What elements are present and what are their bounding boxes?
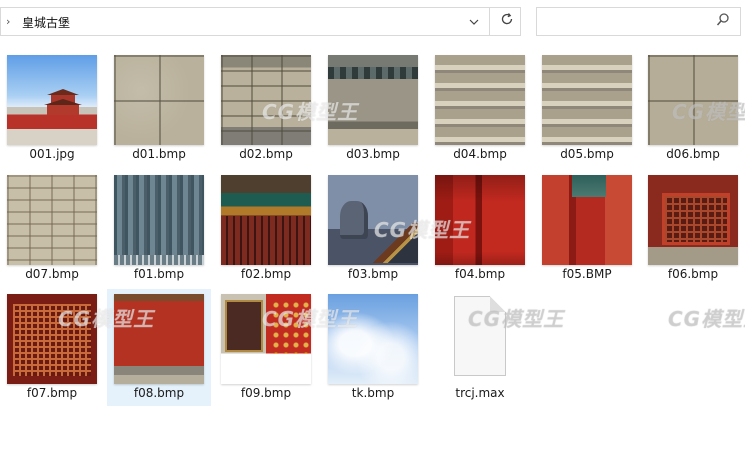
file-name: d03.bmp bbox=[346, 147, 400, 161]
file-item[interactable]: 001.jpg bbox=[0, 50, 104, 167]
thumbnail-image bbox=[435, 175, 525, 265]
file-name: f04.bmp bbox=[454, 267, 506, 281]
thumbnail-image bbox=[542, 55, 632, 145]
file-item[interactable]: d07.bmp bbox=[0, 170, 104, 287]
file-item[interactable]: f03.bmp bbox=[321, 170, 425, 287]
thumbnail-image bbox=[221, 294, 311, 384]
thumbnail-image bbox=[7, 55, 97, 145]
thumbnail-image bbox=[328, 175, 418, 265]
file-item[interactable]: f07.bmp bbox=[0, 289, 104, 406]
file-item[interactable]: d02.bmp bbox=[214, 50, 318, 167]
file-name: 001.jpg bbox=[29, 147, 75, 161]
thumbnail-image bbox=[648, 55, 738, 145]
file-item[interactable]: f05.BMP bbox=[535, 170, 639, 287]
file-name: d04.bmp bbox=[453, 147, 507, 161]
file-name: f07.bmp bbox=[26, 386, 78, 400]
file-item[interactable]: d06.bmp bbox=[641, 50, 745, 167]
file-item[interactable]: d01.bmp bbox=[107, 50, 211, 167]
file-item[interactable]: tk.bmp bbox=[321, 289, 425, 406]
document-icon bbox=[435, 294, 525, 384]
file-item[interactable]: f02.bmp bbox=[214, 170, 318, 287]
toolbar: › 皇城古堡 bbox=[0, 0, 745, 46]
file-name: f09.bmp bbox=[240, 386, 292, 400]
file-name: f06.bmp bbox=[667, 267, 719, 281]
thumbnail-image bbox=[7, 175, 97, 265]
thumbnail-image bbox=[648, 175, 738, 265]
thumbnail-image bbox=[328, 55, 418, 145]
file-item[interactable]: d03.bmp bbox=[321, 50, 425, 167]
search-input[interactable] bbox=[543, 9, 717, 36]
file-item[interactable]: d05.bmp bbox=[535, 50, 639, 167]
expand-chevron-icon[interactable]: › bbox=[6, 15, 10, 28]
file-name: f02.bmp bbox=[240, 267, 292, 281]
thumbnail-image bbox=[221, 55, 311, 145]
file-name: f03.bmp bbox=[347, 267, 399, 281]
file-name: d07.bmp bbox=[25, 267, 79, 281]
file-item[interactable]: trcj.max bbox=[428, 289, 532, 406]
file-name: f08.bmp bbox=[133, 386, 185, 400]
file-name: tk.bmp bbox=[351, 386, 395, 400]
search-icon[interactable] bbox=[716, 12, 732, 30]
file-item[interactable]: f04.bmp bbox=[428, 170, 532, 287]
thumbnail-image bbox=[328, 294, 418, 384]
file-name: d05.bmp bbox=[560, 147, 614, 161]
file-item-selected[interactable]: f08.bmp bbox=[107, 289, 211, 406]
refresh-icon[interactable] bbox=[495, 11, 519, 33]
file-item[interactable]: f01.bmp bbox=[107, 170, 211, 287]
thumbnail-image bbox=[435, 55, 525, 145]
thumbnail-image bbox=[221, 175, 311, 265]
file-name: f05.BMP bbox=[562, 267, 612, 281]
address-divider bbox=[489, 8, 490, 35]
file-name: d01.bmp bbox=[132, 147, 186, 161]
file-item[interactable]: f06.bmp bbox=[641, 170, 745, 287]
thumbnail-image bbox=[114, 175, 204, 265]
thumbnail-image bbox=[114, 294, 204, 384]
thumbnail-image bbox=[114, 55, 204, 145]
watermark-logo: CG模型王 bbox=[668, 307, 745, 331]
address-path[interactable]: 皇城古堡 bbox=[22, 14, 70, 31]
file-item[interactable]: f09.bmp bbox=[214, 289, 318, 406]
thumbnail-image bbox=[7, 294, 97, 384]
file-name: f01.bmp bbox=[133, 267, 185, 281]
file-name: trcj.max bbox=[455, 386, 505, 400]
search-box[interactable] bbox=[536, 7, 741, 36]
thumbnail-image bbox=[542, 175, 632, 265]
file-name: d06.bmp bbox=[666, 147, 720, 161]
address-bar[interactable]: › 皇城古堡 bbox=[0, 7, 521, 36]
file-item[interactable]: d04.bmp bbox=[428, 50, 532, 167]
chevron-down-icon[interactable] bbox=[464, 11, 484, 33]
file-name: d02.bmp bbox=[239, 147, 293, 161]
